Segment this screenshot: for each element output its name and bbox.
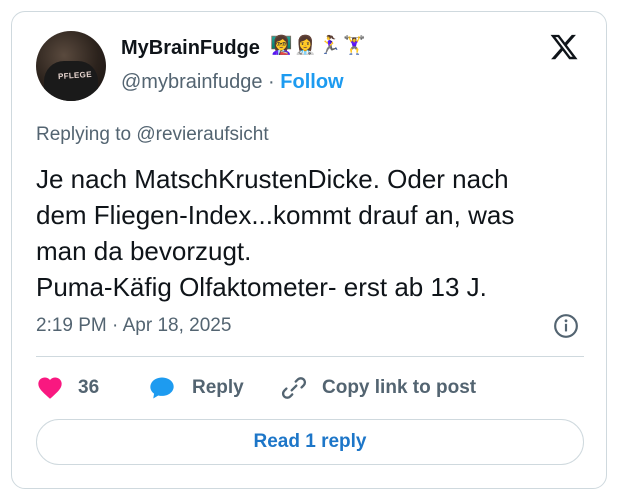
- speech-bubble-icon: [150, 377, 174, 399]
- avatar[interactable]: PFLEGE: [36, 31, 106, 101]
- copy-link-label: Copy link to post: [322, 377, 477, 398]
- read-replies-button[interactable]: Read 1 reply: [36, 419, 584, 465]
- author-display-name[interactable]: MyBrainFudge: [121, 37, 260, 60]
- x-logo-icon[interactable]: [549, 32, 579, 62]
- reply-label: Reply: [192, 377, 244, 398]
- like-button[interactable]: 36: [36, 370, 99, 406]
- tweet-text: Je nach MatschKrustenDicke. Oder nach de…: [36, 161, 596, 305]
- replying-to[interactable]: Replying to @revieraufsicht: [36, 124, 269, 146]
- reply-button[interactable]: Reply: [148, 370, 244, 406]
- tweet-line: Je nach MatschKrustenDicke. Oder nach: [36, 164, 509, 194]
- like-count: 36: [78, 377, 100, 398]
- tweet-timestamp[interactable]: 2:19 PM · Apr 18, 2025: [36, 315, 231, 337]
- avatar-shirt: [44, 61, 98, 101]
- copy-link-button[interactable]: Copy link to post: [280, 370, 476, 406]
- author-handle-row: @mybrainfudge · Follow: [121, 71, 344, 94]
- tweet-line: dem Fliegen-Index...kommt drauf an, was: [36, 200, 515, 230]
- author-handle[interactable]: @mybrainfudge: [121, 71, 262, 93]
- author-emojis: 👩‍🏫👩‍⚕️🏃‍♀️🏋️‍♀️: [270, 35, 368, 55]
- follow-button[interactable]: Follow: [280, 71, 343, 93]
- divider: [36, 356, 584, 357]
- heart-icon: [38, 377, 62, 399]
- tweet-line: Puma-Käfig Olfaktometer- erst ab 13 J.: [36, 272, 487, 302]
- action-bar: 36 Reply Copy link to post: [36, 370, 584, 406]
- info-icon[interactable]: [553, 313, 579, 339]
- tweet-line: man da bevorzugt.: [36, 236, 252, 266]
- link-icon: [281, 377, 307, 399]
- handle-separator: ·: [268, 71, 275, 93]
